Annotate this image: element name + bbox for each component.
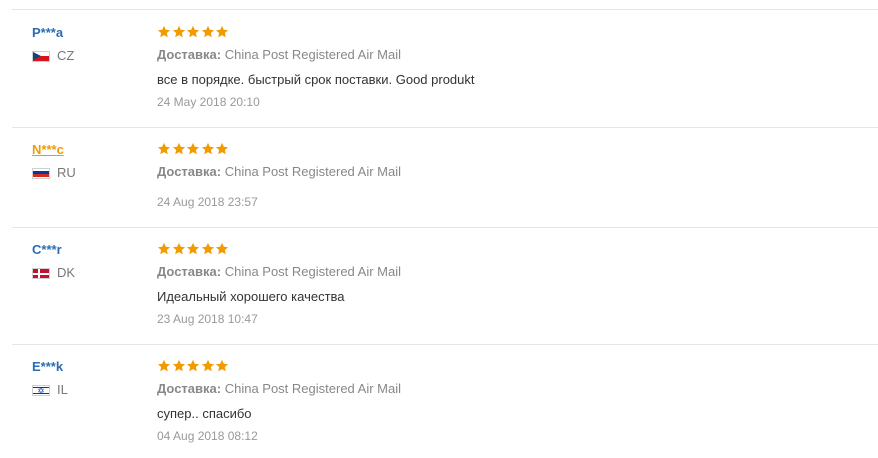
shipping-label: Доставка: bbox=[157, 47, 222, 62]
star-icon bbox=[201, 142, 215, 156]
star-icon bbox=[186, 242, 200, 256]
review-list: P***a CZ Доставка: China Post Registered… bbox=[0, 0, 878, 458]
reviewer-name-link[interactable]: E***k bbox=[32, 359, 63, 374]
star-rating bbox=[157, 142, 230, 158]
review-comment: супер.. спасибо bbox=[157, 406, 252, 421]
country-code: IL bbox=[57, 382, 68, 397]
star-icon bbox=[172, 142, 186, 156]
review-date: 24 May 2018 20:10 bbox=[157, 95, 260, 109]
review-comment: все в порядке. быстрый срок поставки. Go… bbox=[157, 72, 475, 87]
star-icon bbox=[215, 359, 229, 373]
star-icon bbox=[201, 25, 215, 39]
country-code: DK bbox=[57, 265, 76, 280]
czech-flag-icon bbox=[32, 50, 50, 62]
reviewer-name-link[interactable]: N***c bbox=[32, 142, 64, 157]
russia-flag-icon bbox=[32, 167, 50, 179]
review-date: 04 Aug 2018 08:12 bbox=[157, 429, 258, 443]
reviewer-country: IL bbox=[32, 383, 68, 397]
shipping-label: Доставка: bbox=[157, 164, 222, 179]
shipping-info: Доставка: China Post Registered Air Mail bbox=[157, 264, 401, 279]
star-icon bbox=[157, 25, 171, 39]
shipping-label: Доставка: bbox=[157, 264, 222, 279]
shipping-info: Доставка: China Post Registered Air Mail bbox=[157, 47, 401, 62]
reviewer-country: DK bbox=[32, 266, 75, 280]
star-icon bbox=[201, 242, 215, 256]
star-icon bbox=[215, 242, 229, 256]
divider bbox=[12, 127, 878, 128]
star-icon bbox=[215, 142, 229, 156]
star-icon bbox=[172, 242, 186, 256]
shipping-info: Доставка: China Post Registered Air Mail bbox=[157, 381, 401, 396]
reviewer-country: CZ bbox=[32, 49, 74, 63]
star-icon bbox=[201, 359, 215, 373]
star-rating bbox=[157, 359, 230, 375]
shipping-method: China Post Registered Air Mail bbox=[224, 47, 402, 62]
reviewer-name-link[interactable]: P***a bbox=[32, 25, 63, 40]
star-icon bbox=[186, 142, 200, 156]
denmark-flag-icon bbox=[32, 267, 50, 279]
star-icon bbox=[186, 25, 200, 39]
star-icon bbox=[157, 142, 171, 156]
reviewer-name-link[interactable]: C***r bbox=[32, 242, 62, 257]
shipping-method: China Post Registered Air Mail bbox=[224, 381, 402, 396]
star-icon bbox=[157, 242, 171, 256]
shipping-info: Доставка: China Post Registered Air Mail bbox=[157, 164, 401, 179]
reviewer-country: RU bbox=[32, 166, 76, 180]
star-rating bbox=[157, 25, 230, 41]
divider bbox=[12, 227, 878, 228]
shipping-method: China Post Registered Air Mail bbox=[224, 264, 402, 279]
star-icon bbox=[186, 359, 200, 373]
star-rating bbox=[157, 242, 230, 258]
star-icon bbox=[172, 25, 186, 39]
shipping-label: Доставка: bbox=[157, 381, 222, 396]
israel-flag-icon bbox=[32, 384, 50, 396]
review-date: 24 Aug 2018 23:57 bbox=[157, 195, 258, 209]
country-code: CZ bbox=[57, 48, 75, 63]
review-date: 23 Aug 2018 10:47 bbox=[157, 312, 258, 326]
divider bbox=[12, 9, 878, 10]
divider bbox=[12, 344, 878, 345]
star-icon bbox=[172, 359, 186, 373]
review-comment: Идеальный хорошего качества bbox=[157, 289, 345, 304]
star-icon bbox=[215, 25, 229, 39]
shipping-method: China Post Registered Air Mail bbox=[224, 164, 402, 179]
country-code: RU bbox=[57, 165, 76, 180]
star-icon bbox=[157, 359, 171, 373]
